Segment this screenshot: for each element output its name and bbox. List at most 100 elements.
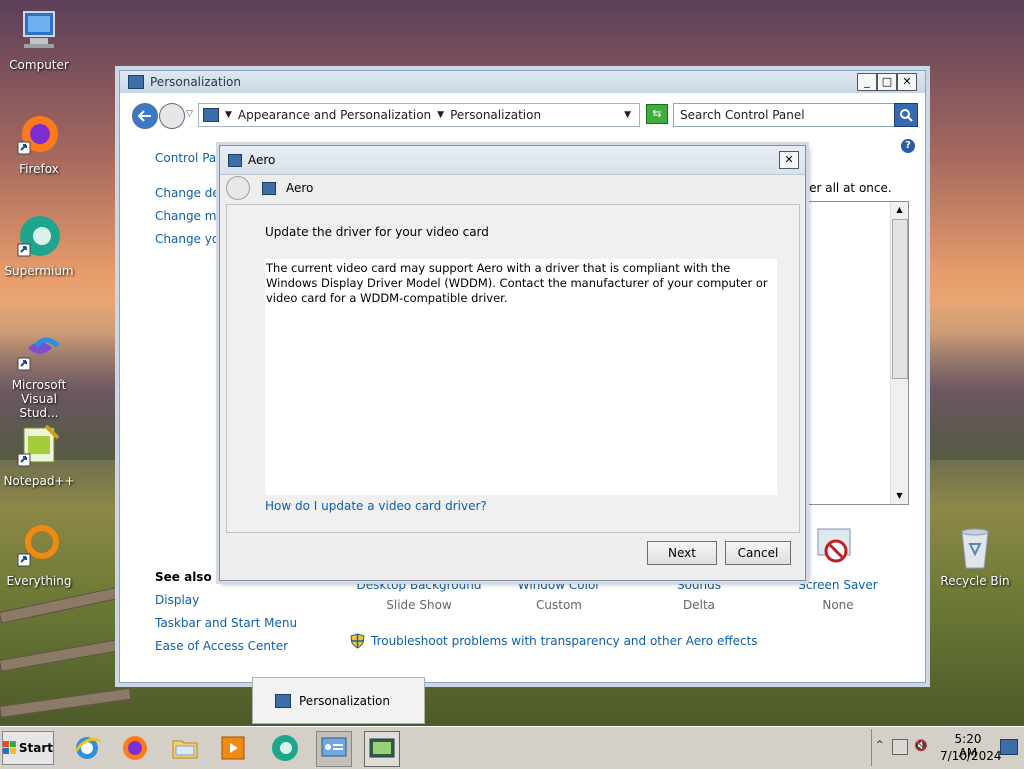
internet-explorer-icon	[74, 737, 101, 759]
folder-icon	[172, 740, 198, 759]
desktop-background-item[interactable]: Desktop Background Slide Show	[356, 578, 482, 612]
everything-icon	[16, 524, 62, 570]
taskbar-supermium-button[interactable]	[268, 731, 302, 765]
arrow-left-icon	[138, 110, 151, 122]
scrollbar-thumb[interactable]	[892, 219, 908, 379]
dialog-close-button[interactable]: ✕	[779, 151, 799, 169]
breadcrumb-item[interactable]: Personalization	[450, 108, 541, 122]
start-button[interactable]: Start	[2, 731, 54, 765]
desktop-icon-label: Firefox	[19, 162, 59, 176]
desktop-icon-label: Supermium	[4, 264, 74, 278]
recent-pages-dropdown[interactable]: ▽	[186, 109, 193, 119]
dialog-nav-icon	[262, 181, 276, 195]
taskbar-ie-button[interactable]	[70, 731, 104, 765]
themes-list[interactable]: ▲ ▼	[804, 201, 909, 505]
breadcrumb-separator-icon[interactable]: ▼	[437, 110, 444, 120]
supermium-icon	[16, 214, 62, 260]
desktop-icon-label: Microsoft Visual Stud...	[11, 378, 67, 420]
scroll-up-arrow-icon[interactable]: ▲	[891, 202, 908, 218]
supermium-icon	[272, 735, 298, 761]
search-input[interactable]: Search Control Panel	[673, 103, 895, 127]
sidebar-task-link[interactable]: Change mo	[155, 209, 224, 223]
desktop-icon-visual-studio[interactable]: Microsoft Visual Stud...	[1, 328, 77, 420]
control-panel-icon	[203, 108, 219, 122]
taskbar-media-player-button[interactable]	[216, 731, 250, 765]
show-hidden-icons-button[interactable]: ^	[876, 740, 884, 750]
maximize-button[interactable]: □	[877, 73, 897, 91]
volume-muted-icon[interactable]: 🔇	[914, 739, 928, 752]
window-titlebar[interactable]: Personalization _ □ ✕	[120, 71, 925, 93]
sounds-item[interactable]: Sounds Delta	[640, 578, 758, 612]
desktop-icon-recycle-bin[interactable]: Recycle Bin	[937, 524, 1013, 588]
taskbar-control-panel-button[interactable]	[316, 731, 352, 767]
troubleshoot-link[interactable]: Troubleshoot problems with transparency …	[371, 634, 758, 648]
notepadpp-icon	[16, 424, 62, 470]
windows-logo-icon	[3, 741, 16, 754]
screen-saver-item[interactable]: Screen Saver None	[778, 578, 898, 612]
next-button[interactable]: Next	[647, 541, 717, 565]
main-description-text: ver all at once.	[802, 181, 892, 195]
back-button[interactable]	[132, 103, 158, 129]
troubleshoot-row[interactable]: Troubleshoot problems with transparency …	[350, 633, 758, 649]
sidebar-control-panel-link[interactable]: Control Pan	[155, 151, 224, 165]
desktop-background-value: Slide Show	[386, 598, 452, 612]
sidebar-task-link[interactable]: Change des	[155, 186, 226, 200]
screen-saver-value: None	[822, 598, 854, 612]
screen-saver-thumbnail[interactable]	[814, 527, 854, 565]
refresh-button[interactable]: ⇆	[646, 104, 668, 124]
window-color-item[interactable]: Window Color Custom	[500, 578, 618, 612]
see-also-link-taskbar[interactable]: Taskbar and Start Menu	[155, 616, 297, 630]
address-bar-row: ▽ ▼ Appearance and Personalization ▼ Per…	[126, 101, 919, 131]
sounds-value: Delta	[682, 598, 715, 612]
forward-button[interactable]	[159, 103, 185, 129]
dialog-heading: Update the driver for your video card	[265, 225, 489, 239]
window-app-icon	[128, 75, 144, 89]
breadcrumb-item[interactable]: Appearance and Personalization	[238, 108, 431, 122]
search-placeholder: Search Control Panel	[680, 108, 805, 122]
aero-dialog: Aero ✕ Aero Update the driver for your v…	[219, 145, 806, 581]
address-bar[interactable]: ▼ Appearance and Personalization ▼ Perso…	[198, 103, 640, 127]
control-panel-icon	[321, 737, 347, 757]
close-button[interactable]: ✕	[897, 73, 917, 91]
computer-icon	[16, 8, 62, 54]
desktop-icon-notepadpp[interactable]: Notepad++	[1, 424, 77, 488]
address-dropdown-icon[interactable]: ▼	[624, 110, 631, 120]
help-icon[interactable]: ?	[901, 139, 915, 153]
see-also-link-display[interactable]: Display	[155, 593, 199, 607]
firefox-icon	[16, 112, 62, 158]
see-also-heading: See also	[155, 570, 212, 584]
shield-icon	[350, 633, 365, 649]
breadcrumb-separator-icon[interactable]: ▼	[225, 110, 232, 120]
show-desktop-button[interactable]	[1000, 739, 1018, 755]
dialog-back-button[interactable]	[226, 176, 250, 200]
scroll-down-arrow-icon[interactable]: ▼	[891, 488, 908, 504]
dialog-help-link[interactable]: How do I update a video card driver?	[265, 499, 487, 513]
dialog-titlebar[interactable]: Aero ✕	[220, 146, 805, 175]
taskbar-personalization-window-button[interactable]	[364, 731, 400, 767]
clock-date[interactable]: 7/10/2024	[940, 749, 1002, 763]
search-button[interactable]	[894, 103, 918, 127]
taskbar: Start ^ 🔇 5:20 AM 7/10/2024	[0, 726, 1024, 769]
desktop-icon-everything[interactable]: Everything	[1, 524, 77, 588]
desktop-icon-computer[interactable]: Computer	[1, 8, 77, 72]
desktop-icon-label: Computer	[9, 58, 69, 72]
themes-scrollbar[interactable]: ▲ ▼	[890, 202, 908, 504]
desktop-icon-label: Recycle Bin	[940, 574, 1010, 588]
search-icon	[900, 109, 913, 122]
taskbar-explorer-button[interactable]	[168, 731, 202, 765]
taskbar-firefox-button[interactable]	[118, 731, 152, 765]
dialog-content: Update the driver for your video card Th…	[226, 204, 800, 533]
desktop-icon-label: Notepad++	[3, 474, 75, 488]
window-title: Personalization	[150, 75, 241, 89]
desktop-icon-supermium[interactable]: Supermium	[1, 214, 77, 278]
dialog-message: The current video card may support Aero …	[266, 261, 768, 305]
cancel-button[interactable]: Cancel	[725, 541, 791, 565]
see-also-link-ease-of-access[interactable]: Ease of Access Center	[155, 639, 288, 653]
personalization-icon	[275, 693, 291, 708]
taskbar-preview[interactable]: Personalization	[252, 677, 425, 724]
dialog-app-icon	[228, 153, 242, 167]
minimize-button[interactable]: _	[857, 73, 877, 91]
network-icon[interactable]	[892, 739, 908, 755]
desktop-icon-firefox[interactable]: Firefox	[1, 112, 77, 176]
sidebar-task-link[interactable]: Change you	[155, 232, 227, 246]
